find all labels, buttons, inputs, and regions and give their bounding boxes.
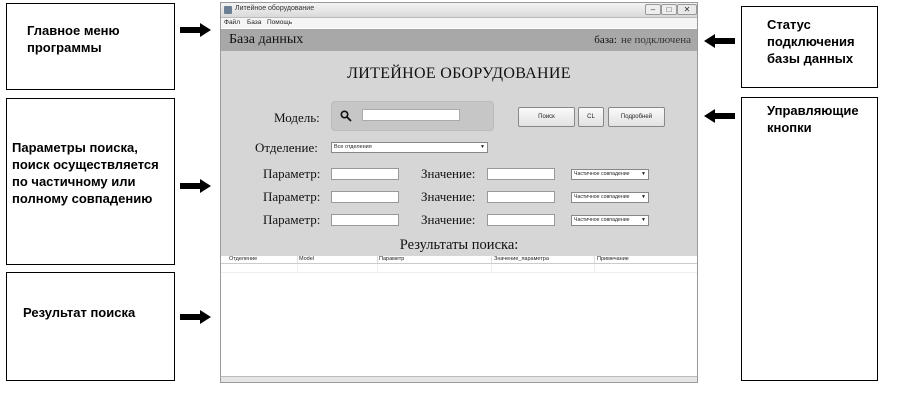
db-status: база: не подключена [594,34,691,46]
column-divider [297,264,298,272]
search-button[interactable]: Поиск [518,107,575,127]
column-divider [377,264,378,272]
arrow-icon [703,109,735,123]
column-divider [377,256,378,263]
param-label-2: Параметр: [263,189,321,204]
model-input[interactable] [362,109,460,121]
value-label-3: Значение: [421,212,476,227]
callout-search-result: Результат поиска [6,272,175,381]
value-input-3[interactable] [487,214,555,226]
search-panel: База данных база: не подключена ЛИТЕЙНОЕ … [221,29,697,256]
search-icon [340,110,352,122]
param-label-3: Параметр: [263,212,321,227]
chevron-down-icon: ▼ [641,194,646,200]
db-status-label: база: [594,34,617,46]
page-title: ЛИТЕЙНОЕ ОБОРУДОВАНИЕ [347,65,571,82]
value-input-1[interactable] [487,168,555,180]
table-header: Отделение Model Параметр Значение_параме… [221,256,697,264]
db-bar: База данных база: не подключена [221,29,697,51]
menu-database[interactable]: База [247,19,261,26]
menu-bar: Файл База Помощь [221,18,697,28]
column-header-department[interactable]: Отделение [229,256,257,263]
table-row[interactable] [221,264,697,273]
horizontal-scrollbar[interactable] [221,376,697,382]
match-select-3[interactable]: Частичное совпадение ▼ [571,215,649,226]
results-title: Результаты поиска: [399,237,519,253]
department-select-value: Все отделения [334,144,372,150]
match-select-1-value: Частичное совпадение [574,171,630,177]
arrow-icon [703,34,735,48]
department-label: Отделение: [255,140,318,155]
chevron-down-icon: ▼ [480,144,485,150]
value-label-1: Значение: [421,166,476,181]
value-input-2[interactable] [487,191,555,203]
callout-db-status-text: Статус подключения базы данных [767,17,855,66]
callout-main-menu: Главное меню программы [6,3,175,90]
details-button[interactable]: Подробней [608,107,665,127]
column-divider [491,264,492,272]
column-divider [594,264,595,272]
column-header-note[interactable]: Примечание [597,256,629,263]
match-select-1[interactable]: Частичное совпадение ▼ [571,169,649,180]
param-input-1[interactable] [331,168,399,180]
model-search-box [331,101,494,131]
app-window: Литейное оборудование – □ ✕ Файл База По… [220,2,698,383]
title-bar: Литейное оборудование – □ ✕ [221,3,697,18]
model-label: Модель: [274,110,320,125]
match-select-3-value: Частичное совпадение [574,217,630,223]
callout-control-buttons-text: Управляющие кнопки [767,103,859,135]
arrow-icon [180,310,212,324]
maximize-button[interactable]: □ [661,4,677,15]
column-divider [594,256,595,263]
param-input-2[interactable] [331,191,399,203]
close-button[interactable]: ✕ [677,4,697,15]
menu-help[interactable]: Помощь [267,19,292,26]
callout-search-params: Параметры поиска, поиск осуществляется п… [6,98,175,265]
column-divider [297,256,298,263]
column-divider [491,256,492,263]
minimize-button[interactable]: – [645,4,661,15]
callout-db-status: Статус подключения базы данных [741,6,878,88]
callout-search-params-text: Параметры поиска, поиск осуществляется п… [12,140,159,206]
column-header-model[interactable]: Model [299,256,314,263]
column-header-parameter[interactable]: Параметр [379,256,404,263]
value-label-2: Значение: [421,189,476,204]
clear-button[interactable]: CL [578,107,604,127]
match-select-2-value: Частичное совпадение [574,194,630,200]
match-select-2[interactable]: Частичное совпадение ▼ [571,192,649,203]
callout-search-result-text: Результат поиска [23,305,136,320]
department-select[interactable]: Все отделения ▼ [331,142,488,153]
arrow-icon [180,179,212,193]
callout-control-buttons: Управляющие кнопки [741,97,878,381]
window-title: Литейное оборудование [235,5,315,12]
param-label-1: Параметр: [263,166,321,181]
app-icon [224,6,232,14]
chevron-down-icon: ▼ [641,171,646,177]
db-title: База данных [229,32,304,47]
arrow-icon [180,23,212,37]
db-status-value: не подключена [620,34,691,46]
results-table: Отделение Model Параметр Значение_параме… [221,256,697,274]
param-input-3[interactable] [331,214,399,226]
column-header-value[interactable]: Значение_параметра [494,256,549,263]
callout-main-menu-text: Главное меню программы [27,23,120,55]
menu-file[interactable]: Файл [224,19,240,26]
chevron-down-icon: ▼ [641,217,646,223]
